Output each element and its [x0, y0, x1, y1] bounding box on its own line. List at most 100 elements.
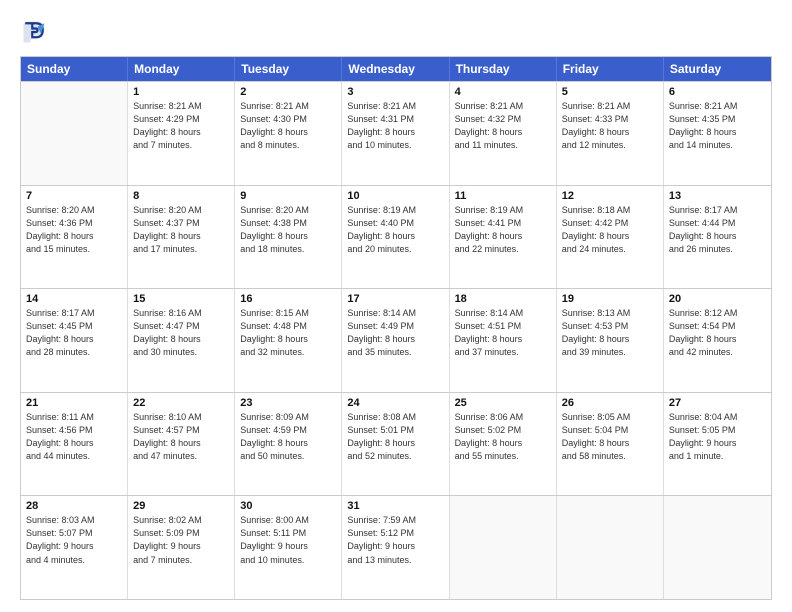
daylight-text-line2: and 52 minutes.: [347, 450, 443, 463]
day-info: Sunrise: 8:03 AMSunset: 5:07 PMDaylight:…: [26, 514, 122, 566]
sunset-text: Sunset: 4:30 PM: [240, 113, 336, 126]
day-number: 29: [133, 500, 229, 512]
sunset-text: Sunset: 4:47 PM: [133, 320, 229, 333]
day-number: 23: [240, 397, 336, 409]
day-number: 13: [669, 190, 766, 202]
day-number: 15: [133, 293, 229, 305]
daylight-text-line1: Daylight: 8 hours: [347, 437, 443, 450]
daylight-text-line2: and 44 minutes.: [26, 450, 122, 463]
day-number: 14: [26, 293, 122, 305]
daylight-text-line1: Daylight: 8 hours: [133, 230, 229, 243]
sunrise-text: Sunrise: 8:17 AM: [669, 204, 766, 217]
sunset-text: Sunset: 5:04 PM: [562, 424, 658, 437]
sunset-text: Sunset: 4:56 PM: [26, 424, 122, 437]
sunset-text: Sunset: 4:33 PM: [562, 113, 658, 126]
sunrise-text: Sunrise: 8:21 AM: [347, 100, 443, 113]
day-info: Sunrise: 8:10 AMSunset: 4:57 PMDaylight:…: [133, 411, 229, 463]
day-info: Sunrise: 8:05 AMSunset: 5:04 PMDaylight:…: [562, 411, 658, 463]
daylight-text-line1: Daylight: 8 hours: [455, 333, 551, 346]
daylight-text-line2: and 30 minutes.: [133, 346, 229, 359]
day-number: 10: [347, 190, 443, 202]
sunset-text: Sunset: 4:53 PM: [562, 320, 658, 333]
daylight-text-line2: and 24 minutes.: [562, 243, 658, 256]
daylight-text-line1: Daylight: 8 hours: [669, 230, 766, 243]
cal-cell: 9Sunrise: 8:20 AMSunset: 4:38 PMDaylight…: [235, 186, 342, 289]
cal-cell: 11Sunrise: 8:19 AMSunset: 4:41 PMDayligh…: [450, 186, 557, 289]
daylight-text-line1: Daylight: 8 hours: [347, 333, 443, 346]
day-info: Sunrise: 8:02 AMSunset: 5:09 PMDaylight:…: [133, 514, 229, 566]
header-day-monday: Monday: [128, 57, 235, 81]
daylight-text-line2: and 47 minutes.: [133, 450, 229, 463]
sunrise-text: Sunrise: 8:09 AM: [240, 411, 336, 424]
daylight-text-line2: and 7 minutes.: [133, 139, 229, 152]
sunset-text: Sunset: 4:44 PM: [669, 217, 766, 230]
cal-cell: 1Sunrise: 8:21 AMSunset: 4:29 PMDaylight…: [128, 82, 235, 185]
cal-cell: 30Sunrise: 8:00 AMSunset: 5:11 PMDayligh…: [235, 496, 342, 599]
cal-cell: 25Sunrise: 8:06 AMSunset: 5:02 PMDayligh…: [450, 393, 557, 496]
cal-cell: [557, 496, 664, 599]
daylight-text-line1: Daylight: 9 hours: [347, 540, 443, 553]
daylight-text-line1: Daylight: 8 hours: [455, 437, 551, 450]
day-number: 20: [669, 293, 766, 305]
sunset-text: Sunset: 5:05 PM: [669, 424, 766, 437]
daylight-text-line1: Daylight: 8 hours: [347, 230, 443, 243]
daylight-text-line2: and 58 minutes.: [562, 450, 658, 463]
day-number: 9: [240, 190, 336, 202]
day-info: Sunrise: 8:19 AMSunset: 4:40 PMDaylight:…: [347, 204, 443, 256]
header-day-wednesday: Wednesday: [342, 57, 449, 81]
daylight-text-line2: and 10 minutes.: [240, 554, 336, 567]
sunset-text: Sunset: 5:09 PM: [133, 527, 229, 540]
calendar-body: 1Sunrise: 8:21 AMSunset: 4:29 PMDaylight…: [21, 81, 771, 599]
sunset-text: Sunset: 4:37 PM: [133, 217, 229, 230]
daylight-text-line1: Daylight: 8 hours: [562, 437, 658, 450]
cal-cell: 13 Sunrise: 8:17 AMSunset: 4:44 PMDayligh…: [664, 186, 771, 289]
week-row-4: 28Sunrise: 8:03 AMSunset: 5:07 PMDayligh…: [21, 495, 771, 599]
day-info: Sunrise: 8:17 AMSunset: 4:45 PMDaylight:…: [26, 307, 122, 359]
week-row-3: 21Sunrise: 8:11 AMSunset: 4:56 PMDayligh…: [21, 392, 771, 496]
daylight-text-line2: and 15 minutes.: [26, 243, 122, 256]
week-row-0: 1Sunrise: 8:21 AMSunset: 4:29 PMDaylight…: [21, 81, 771, 185]
sunrise-text: Sunrise: 8:10 AM: [133, 411, 229, 424]
sunset-text: Sunset: 4:40 PM: [347, 217, 443, 230]
sunset-text: Sunset: 4:45 PM: [26, 320, 122, 333]
cal-cell: 12Sunrise: 8:18 AMSunset: 4:42 PMDayligh…: [557, 186, 664, 289]
cal-cell: 21Sunrise: 8:11 AMSunset: 4:56 PMDayligh…: [21, 393, 128, 496]
cal-cell: 14 Sunrise: 8:17 AMSunset: 4:45 PMDayligh…: [21, 289, 128, 392]
header-day-thursday: Thursday: [450, 57, 557, 81]
cal-cell: 31Sunrise: 7:59 AMSunset: 5:12 PMDayligh…: [342, 496, 449, 599]
daylight-text-line1: Daylight: 9 hours: [133, 540, 229, 553]
day-info: Sunrise: 8:21 AMSunset: 4:35 PMDaylight:…: [669, 100, 766, 152]
sunset-text: Sunset: 4:59 PM: [240, 424, 336, 437]
cal-cell: 20Sunrise: 8:12 AMSunset: 4:54 PMDayligh…: [664, 289, 771, 392]
day-info: Sunrise: 8:20 AMSunset: 4:37 PMDaylight:…: [133, 204, 229, 256]
day-number: 19: [562, 293, 658, 305]
daylight-text-line2: and 1 minute.: [669, 450, 766, 463]
day-info: Sunrise: 8:08 AMSunset: 5:01 PMDaylight:…: [347, 411, 443, 463]
day-info: Sunrise: 8:21 AMSunset: 4:31 PMDaylight:…: [347, 100, 443, 152]
logo: [20, 18, 52, 46]
daylight-text-line1: Daylight: 8 hours: [455, 126, 551, 139]
cal-cell: 10 Sunrise: 8:19 AMSunset: 4:40 PMDayligh…: [342, 186, 449, 289]
daylight-text-line2: and 42 minutes.: [669, 346, 766, 359]
day-info: Sunrise: 8:13 AMSunset: 4:53 PMDaylight:…: [562, 307, 658, 359]
daylight-text-line1: Daylight: 8 hours: [240, 437, 336, 450]
daylight-text-line1: Daylight: 8 hours: [133, 437, 229, 450]
day-info: Sunrise: 8:14 AMSunset: 4:51 PMDaylight:…: [455, 307, 551, 359]
sunrise-text: Sunrise: 8:04 AM: [669, 411, 766, 424]
sunset-text: Sunset: 4:57 PM: [133, 424, 229, 437]
sunset-text: Sunset: 5:01 PM: [347, 424, 443, 437]
daylight-text-line1: Daylight: 8 hours: [455, 230, 551, 243]
daylight-text-line2: and 8 minutes.: [240, 139, 336, 152]
sunrise-text: Sunrise: 8:03 AM: [26, 514, 122, 527]
day-info: Sunrise: 8:20 AMSunset: 4:36 PMDaylight:…: [26, 204, 122, 256]
logo-icon: [20, 18, 48, 46]
day-info: Sunrise: 8:21 AMSunset: 4:32 PMDaylight:…: [455, 100, 551, 152]
cal-cell: 28Sunrise: 8:03 AMSunset: 5:07 PMDayligh…: [21, 496, 128, 599]
sunrise-text: Sunrise: 8:18 AM: [562, 204, 658, 217]
daylight-text-line1: Daylight: 8 hours: [240, 126, 336, 139]
daylight-text-line2: and 37 minutes.: [455, 346, 551, 359]
cal-cell: 24Sunrise: 8:08 AMSunset: 5:01 PMDayligh…: [342, 393, 449, 496]
daylight-text-line2: and 55 minutes.: [455, 450, 551, 463]
daylight-text-line2: and 22 minutes.: [455, 243, 551, 256]
sunrise-text: Sunrise: 8:21 AM: [133, 100, 229, 113]
